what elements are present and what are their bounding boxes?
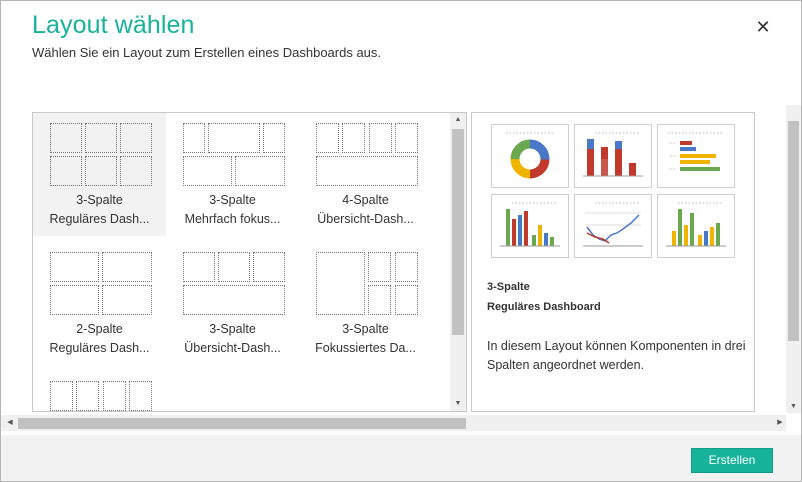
layout-thumbnail [50,252,152,316]
dialog-footer: Erstellen [1,435,801,481]
layout-cell [50,156,82,186]
layout-list-scrollbar[interactable]: ▲ ▼ [450,113,466,411]
layout-thumbnail [316,123,418,187]
dialog-horizontal-scrollbar[interactable]: ◀ ▶ [1,415,786,431]
layout-type: Übersicht-Dash... [317,212,414,226]
layout-cell [129,381,152,411]
choose-layout-dialog: Layout wählen Wählen Sie ein Layout zum … [0,0,802,482]
layout-cell [316,156,418,186]
layout-preview: 3-Spalte Reguläres Dashboard In diesem L… [471,112,755,412]
layout-thumbnail [316,252,418,316]
layout-cell [342,123,365,153]
arrow-right-icon[interactable]: ▶ [773,415,787,431]
layout-cell [76,381,99,411]
layout-type: Reguläres Dash... [49,341,150,355]
layout-cell [395,252,418,282]
layout-type: Übersicht-Dash... [184,341,281,355]
layout-name: 2-Spalte [76,322,123,336]
arrow-up-icon[interactable]: ▲ [450,113,466,127]
layout-tile-3col-regular[interactable]: 3-Spalte Reguläres Dash... [33,113,166,236]
layout-cell [120,123,152,153]
scrollbar-thumb[interactable] [18,418,466,429]
scrollbar-thumb[interactable] [452,129,464,335]
preview-line-chart [574,194,652,258]
layout-name: 3-Spalte [209,193,256,207]
layout-thumbnail [183,123,285,187]
layout-type: Fokussiertes Da... [315,341,416,355]
stacked-bar-chart-icon [583,132,643,177]
layout-thumbnail [183,252,285,316]
layout-cell [50,123,82,153]
layout-name: 4-Spalte [342,193,389,207]
preview-horizontal-bar-chart [657,124,735,188]
layout-type: Reguläres Dash... [49,212,150,226]
preview-grouped-column-chart [657,194,735,258]
layout-cell [316,252,365,315]
layout-cell [120,156,152,186]
layout-cell [50,381,73,411]
layout-cell [103,381,126,411]
close-icon[interactable]: ✕ [753,17,773,37]
preview-layout-name: 3-Spalte [487,281,530,293]
line-chart-icon [583,202,643,247]
layout-cell [368,252,391,282]
preview-column-chart [491,194,569,258]
layout-cell [235,156,285,186]
layout-cell [183,123,205,153]
layout-cell [102,252,152,282]
layout-cell [369,123,392,153]
dialog-subtitle: Wählen Sie ein Layout zum Erstellen eine… [32,45,382,60]
layout-cell [102,285,152,315]
layout-tile-3col-overview[interactable]: 3-Spalte Übersicht-Dash... [166,242,299,365]
layout-cell [395,285,418,315]
layout-cell [263,123,285,153]
layout-cell [85,156,117,186]
layout-tile-3col-multifocus[interactable]: 3-Spalte Mehrfach fokus... [166,113,299,236]
layout-cell [218,252,250,282]
layout-tile-3col-focused[interactable]: 3-Spalte Fokussiertes Da... [299,242,432,365]
arrow-down-icon[interactable]: ▼ [450,397,466,411]
column-chart-icon [500,202,560,247]
layout-cell [253,252,285,282]
layout-thumbnail [50,381,152,411]
layout-tile-4col-overview[interactable]: 4-Spalte Übersicht-Dash... [299,113,432,236]
layout-cell [50,252,99,282]
layout-cell [183,252,215,282]
preview-description: In diesem Layout können Komponenten in d… [487,339,746,372]
layout-name: 3-Spalte [209,322,256,336]
layout-cell [183,285,285,315]
layout-type: Mehrfach fokus... [184,212,281,226]
preview-stacked-bar-chart [574,124,652,188]
arrow-left-icon[interactable]: ◀ [3,415,17,431]
layout-cell [395,123,418,153]
layout-name: 3-Spalte [76,193,123,207]
layout-tile-partial[interactable] [33,371,166,411]
dialog-vertical-scrollbar[interactable]: ▼ [786,105,801,413]
create-button[interactable]: Erstellen [691,448,773,473]
scrollbar-thumb[interactable] [788,121,799,341]
layout-cell [183,156,232,186]
donut-chart-icon [506,132,554,179]
dialog-title: Layout wählen [32,11,195,39]
layout-cell [368,285,391,315]
layout-cell [85,123,117,153]
horizontal-bar-chart-icon [668,132,722,171]
layout-list: 3-Spalte Reguläres Dash... 3-Spalte Mehr… [32,112,467,412]
layout-tile-2col-regular[interactable]: 2-Spalte Reguläres Dash... [33,242,166,365]
grouped-column-chart-icon [666,202,726,247]
layout-cell [50,285,99,315]
layout-name: 3-Spalte [342,322,389,336]
arrow-down-icon[interactable]: ▼ [786,401,801,413]
preview-donut-chart [491,124,569,188]
layout-thumbnail [50,123,152,187]
preview-layout-type: Reguläres Dashboard [487,301,601,313]
layout-cell [208,123,260,153]
layout-cell [316,123,339,153]
